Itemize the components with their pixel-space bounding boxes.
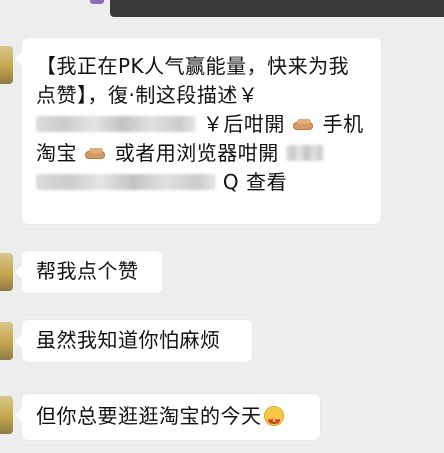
- message-1-line-1: 【我正在PK人气赢能量，快来为我: [36, 54, 350, 78]
- avatar[interactable]: [0, 46, 13, 84]
- message-1-after-code: ￥后咁開: [202, 112, 285, 136]
- heart-eyes-emoji-icon: [263, 406, 284, 437]
- message-1-taobao: 淘宝: [36, 141, 77, 165]
- message-1-mobile: 手机: [322, 112, 364, 136]
- message-1-line-5: Q 查看: [36, 168, 364, 197]
- message-bubble-2[interactable]: 帮我点个赞: [15, 251, 162, 293]
- top-bar-indicator: [90, 0, 104, 4]
- pointing-hand-icon: [292, 118, 315, 132]
- message-1-line-3: ￥后咁開 手机: [36, 110, 364, 139]
- message-bubble-4[interactable]: 但你总要逛逛淘宝的今天: [15, 394, 320, 440]
- message-text-4: 但你总要逛逛淘宝的今天: [36, 402, 284, 437]
- blurred-code-3: [36, 174, 216, 190]
- top-bar: [90, 0, 444, 17]
- message-1-line-4: 淘宝 或者用浏览器咁開: [36, 139, 364, 168]
- pointing-hand-icon: [84, 147, 107, 161]
- message-text-2: 帮我点个赞: [36, 259, 139, 283]
- emoji-mouth: [269, 418, 278, 424]
- avatar[interactable]: [0, 253, 13, 291]
- avatar[interactable]: [0, 396, 13, 434]
- blurred-code-1: [36, 116, 196, 132]
- message-text-1: 【我正在PK人气赢能量，快来为我 点赞】，復·制这段描述￥ ￥后咁開 手机 淘宝…: [36, 52, 364, 197]
- message-bubble-3[interactable]: 虽然我知道你怕麻烦: [15, 320, 252, 362]
- message-text-3: 虽然我知道你怕麻烦: [36, 328, 221, 352]
- message-bubble-1[interactable]: 【我正在PK人气赢能量，快来为我 点赞】，復·制这段描述￥ ￥后咁開 手机 淘宝…: [15, 38, 381, 224]
- message-4-text: 但你总要逛逛淘宝的今天: [36, 404, 262, 428]
- message-1-view: Q 查看: [222, 170, 287, 194]
- message-1-browser: 或者用浏览器咁開: [114, 141, 279, 165]
- blurred-code-2: [285, 145, 324, 161]
- chat-window: 【我正在PK人气赢能量，快来为我 点赞】，復·制这段描述￥ ￥后咁開 手机 淘宝…: [0, 0, 444, 453]
- avatar[interactable]: [0, 322, 13, 360]
- message-1-line-2: 点赞】，復·制这段描述￥: [36, 83, 259, 107]
